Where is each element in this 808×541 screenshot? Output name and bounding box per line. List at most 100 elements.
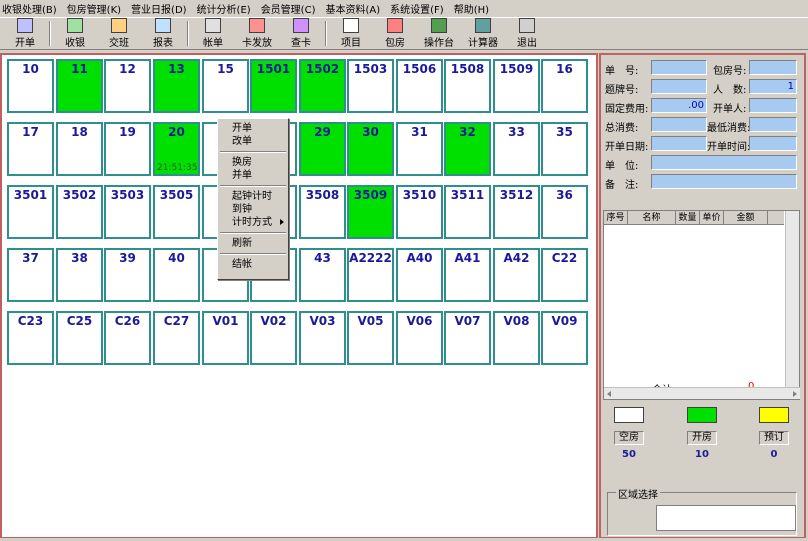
room-tile[interactable]: A2222 — [347, 248, 394, 302]
column-header[interactable]: 金额 — [724, 211, 768, 224]
room-tile[interactable]: V03 — [299, 311, 346, 365]
vertical-scrollbar[interactable] — [785, 211, 799, 399]
column-header[interactable]: 单价 — [700, 211, 724, 224]
room-tile[interactable]: 39 — [104, 248, 151, 302]
horizontal-scrollbar[interactable] — [604, 387, 800, 399]
toolbar-button-1[interactable]: 收银 — [53, 18, 97, 49]
room-tile[interactable]: 15 — [202, 59, 249, 113]
room-tile[interactable]: 3503 — [104, 185, 151, 239]
open-time-field[interactable] — [749, 136, 797, 151]
toolbar-button-7[interactable]: 项目 — [329, 18, 373, 49]
room-tile[interactable]: 16 — [541, 59, 588, 113]
room-tile[interactable]: 37 — [7, 248, 54, 302]
room-tile[interactable]: V02 — [250, 311, 297, 365]
room-tile[interactable]: V09 — [541, 311, 588, 365]
consumption-table[interactable]: 序号名称数量单价金额 合计 0 — [603, 210, 800, 400]
toolbar-button-3[interactable]: 报表 — [141, 18, 185, 49]
menu-item-2[interactable]: 营业日报(D) — [131, 1, 193, 16]
room-no-field[interactable] — [749, 60, 797, 75]
room-tile[interactable]: 1502 — [299, 59, 346, 113]
room-tile[interactable]: 36 — [541, 185, 588, 239]
room-tile[interactable]: 32 — [444, 122, 491, 176]
room-tile[interactable]: 3510 — [396, 185, 443, 239]
room-tile[interactable]: 3502 — [56, 185, 103, 239]
room-tile[interactable]: C23 — [7, 311, 54, 365]
context-menu-item[interactable]: 刷新 — [218, 237, 288, 250]
toolbar-button-10[interactable]: 计算器 — [461, 18, 505, 49]
room-tile[interactable]: 29 — [299, 122, 346, 176]
room-tile[interactable]: 35 — [541, 122, 588, 176]
menu-item-1[interactable]: 包房管理(K) — [67, 1, 127, 16]
toolbar-button-6[interactable]: 查卡 — [279, 18, 323, 49]
toolbar-button-5[interactable]: 卡发放 — [235, 18, 279, 49]
toolbar-button-9[interactable]: 操作台 — [417, 18, 461, 49]
scroll-left-icon[interactable] — [607, 391, 611, 397]
context-menu-item[interactable]: 改单 — [218, 135, 288, 148]
context-menu-item[interactable]: 到钟 — [218, 203, 288, 216]
room-tile[interactable]: C26 — [104, 311, 151, 365]
room-tile[interactable]: 1508 — [444, 59, 491, 113]
room-tile[interactable]: 1503 — [347, 59, 394, 113]
toolbar-button-4[interactable]: 帐单 — [191, 18, 235, 49]
context-menu-item[interactable]: 结帐 — [218, 258, 288, 271]
context-menu-item[interactable]: 换房 — [218, 156, 288, 169]
room-tile[interactable]: 30 — [347, 122, 394, 176]
menu-item-3[interactable]: 统计分析(E) — [197, 1, 257, 16]
room-tile[interactable]: 1509 — [493, 59, 540, 113]
menu-item-4[interactable]: 会员管理(C) — [261, 1, 322, 16]
room-tile[interactable]: 3512 — [493, 185, 540, 239]
room-tile[interactable]: 3509 — [347, 185, 394, 239]
room-tile[interactable]: 38 — [56, 248, 103, 302]
room-tile[interactable]: 3501 — [7, 185, 54, 239]
scroll-right-icon[interactable] — [793, 391, 797, 397]
room-tile[interactable]: 11 — [56, 59, 103, 113]
room-tile[interactable]: C27 — [153, 311, 200, 365]
room-tile[interactable]: 17 — [7, 122, 54, 176]
room-tile[interactable]: 43 — [299, 248, 346, 302]
room-tile[interactable]: 10 — [7, 59, 54, 113]
room-tile[interactable]: 3511 — [444, 185, 491, 239]
open-date-field[interactable] — [651, 136, 707, 151]
min-consume-field[interactable] — [749, 117, 797, 132]
context-menu-item[interactable]: 起钟计时 — [218, 190, 288, 203]
menu-item-7[interactable]: 帮助(H) — [454, 1, 495, 16]
card-no-field[interactable] — [651, 79, 707, 94]
room-tile[interactable]: V05 — [347, 311, 394, 365]
room-tile[interactable]: 1501 — [250, 59, 297, 113]
room-tile[interactable]: 18 — [56, 122, 103, 176]
room-tile[interactable]: 40 — [153, 248, 200, 302]
room-tile[interactable]: 13 — [153, 59, 200, 113]
room-tile[interactable]: V07 — [444, 311, 491, 365]
room-tile[interactable]: A40 — [396, 248, 443, 302]
column-header[interactable]: 数量 — [676, 211, 700, 224]
menu-item-6[interactable]: 系统设置(F) — [390, 1, 450, 16]
room-tile[interactable]: 3508 — [299, 185, 346, 239]
toolbar-button-2[interactable]: 交班 — [97, 18, 141, 49]
room-tile[interactable]: V06 — [396, 311, 443, 365]
room-tile[interactable]: 12 — [104, 59, 151, 113]
room-tile[interactable]: 1506 — [396, 59, 443, 113]
context-menu-item[interactable]: 开单 — [218, 122, 288, 135]
toolbar-button-0[interactable]: 开单 — [3, 18, 47, 49]
room-tile[interactable]: A42 — [493, 248, 540, 302]
context-menu-item[interactable]: 计时方式 — [218, 216, 288, 229]
room-tile[interactable]: 31 — [396, 122, 443, 176]
room-tile[interactable]: C22 — [541, 248, 588, 302]
context-menu-item[interactable]: 并单 — [218, 169, 288, 182]
bill-no-field[interactable] — [651, 60, 707, 75]
room-tile[interactable]: 3505 — [153, 185, 200, 239]
room-tile[interactable]: V08 — [493, 311, 540, 365]
room-tile[interactable]: 33 — [493, 122, 540, 176]
zone-select-box[interactable] — [656, 505, 796, 531]
total-consume-field[interactable] — [651, 117, 707, 132]
room-tile[interactable]: 19 — [104, 122, 151, 176]
remark-field[interactable] — [651, 174, 797, 189]
menu-item-0[interactable]: 收银处理(B) — [2, 1, 63, 16]
unit-field[interactable] — [651, 155, 797, 170]
column-header[interactable]: 序号 — [604, 211, 628, 224]
menu-item-5[interactable]: 基本资料(A) — [325, 1, 386, 16]
room-tile[interactable]: C25 — [56, 311, 103, 365]
room-tile[interactable]: A41 — [444, 248, 491, 302]
opener-field[interactable] — [749, 98, 797, 113]
room-tile[interactable]: 20 21:51:35 — [153, 122, 200, 176]
